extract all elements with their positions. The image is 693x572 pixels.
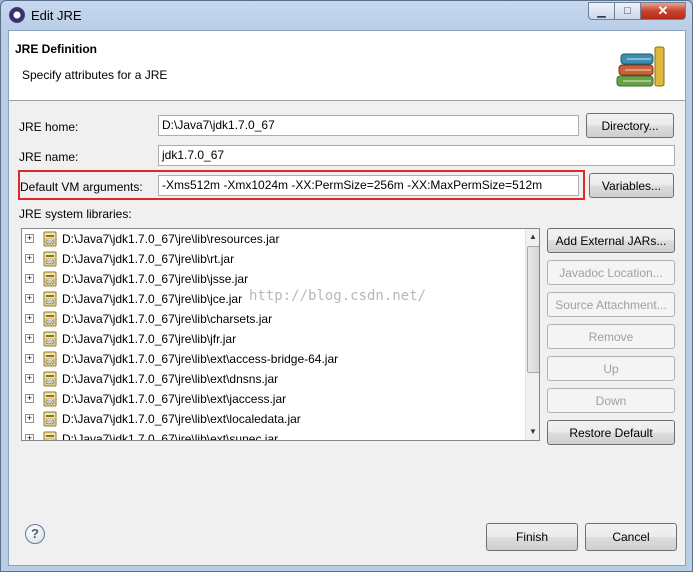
close-button[interactable]: ✕	[641, 2, 686, 20]
svg-text:010: 010	[46, 419, 54, 424]
library-list-item[interactable]: +010 D:\Java7\jdk1.7.0_67\jre\lib\charset…	[22, 309, 522, 329]
expand-plus-icon[interactable]: +	[25, 234, 34, 243]
jar-file-icon: 010	[43, 431, 57, 441]
expand-plus-icon[interactable]: +	[25, 274, 34, 283]
library-list-item[interactable]: +010 D:\Java7\jdk1.7.0_67\jre\lib\rt.jar	[22, 249, 522, 269]
svg-text:010: 010	[46, 439, 54, 441]
jar-file-icon: 010	[43, 371, 57, 387]
maximize-button[interactable]: □	[615, 2, 641, 20]
expand-plus-icon[interactable]: +	[25, 254, 34, 263]
library-list-item[interactable]: +010 D:\Java7\jdk1.7.0_67\jre\lib\ext\jac…	[22, 389, 522, 409]
library-path: D:\Java7\jdk1.7.0_67\jre\lib\ext\jaccess…	[62, 392, 287, 406]
svg-text:010: 010	[46, 399, 54, 404]
jre-name-label: JRE name:	[19, 150, 79, 164]
eclipse-icon	[9, 7, 25, 23]
watermark-text: http://blog.csdn.net/	[249, 288, 427, 304]
library-list-item[interactable]: +010 D:\Java7\jdk1.7.0_67\jre\lib\jfr.jar	[22, 329, 522, 349]
library-path: D:\Java7\jdk1.7.0_67\jre\lib\charsets.ja…	[62, 312, 273, 326]
cancel-button[interactable]: Cancel	[585, 523, 677, 551]
variables-button[interactable]: Variables...	[589, 173, 674, 198]
remove-button[interactable]: Remove	[547, 324, 675, 349]
edit-jre-window: Edit JRE ▁ □ ✕ JRE Definition Specify at…	[0, 0, 693, 572]
expand-plus-icon[interactable]: +	[25, 394, 34, 403]
library-list-item[interactable]: +010 D:\Java7\jdk1.7.0_67\jre\lib\resourc…	[22, 229, 522, 249]
help-icon[interactable]: ?	[25, 524, 45, 544]
books-icon	[616, 46, 665, 87]
expand-plus-icon[interactable]: +	[25, 334, 34, 343]
jar-file-icon: 010	[43, 331, 57, 347]
header-title: JRE Definition	[15, 42, 98, 56]
system-libraries-label: JRE system libraries:	[19, 207, 132, 221]
scroll-down-arrow-icon[interactable]: ▼	[526, 424, 539, 440]
library-list-item[interactable]: +010 D:\Java7\jdk1.7.0_67\jre\lib\jsse.ja…	[22, 269, 522, 289]
svg-text:010: 010	[46, 299, 54, 304]
finish-button[interactable]: Finish	[486, 523, 578, 551]
jar-file-icon: 010	[43, 391, 57, 407]
library-path: D:\Java7\jdk1.7.0_67\jre\lib\ext\sunec.j…	[62, 432, 279, 441]
library-path: D:\Java7\jdk1.7.0_67\jre\lib\resources.j…	[62, 232, 280, 246]
window-controls: ▁ □ ✕	[588, 2, 686, 21]
libraries-scrollbar[interactable]: ▲ ▼	[525, 229, 539, 440]
title-bar[interactable]: Edit JRE ▁ □ ✕	[1, 1, 692, 29]
system-libraries-list[interactable]: ▲ ▼ +010 D:\Java7\jdk1.7.0_67\jre\lib\res…	[21, 228, 540, 441]
minimize-button[interactable]: ▁	[588, 2, 615, 20]
jar-file-icon: 010	[43, 231, 57, 247]
restore-default-button[interactable]: Restore Default	[547, 420, 675, 445]
source-attachment-button[interactable]: Source Attachment...	[547, 292, 675, 317]
expand-plus-icon[interactable]: +	[25, 314, 34, 323]
library-path: D:\Java7\jdk1.7.0_67\jre\lib\jfr.jar	[62, 332, 237, 346]
library-path: D:\Java7\jdk1.7.0_67\jre\lib\ext\dnsns.j…	[62, 372, 279, 386]
jre-home-label: JRE home:	[19, 120, 79, 134]
vm-arguments-highlight	[18, 170, 585, 200]
dialog-header: JRE Definition Specify attributes for a …	[9, 31, 685, 101]
svg-text:010: 010	[46, 359, 54, 364]
add-external-jars-button[interactable]: Add External JARs...	[547, 228, 675, 253]
library-list-item[interactable]: +010 D:\Java7\jdk1.7.0_67\jre\lib\ext\sun…	[22, 429, 522, 441]
library-path: D:\Java7\jdk1.7.0_67\jre\lib\ext\access-…	[62, 352, 339, 366]
expand-plus-icon[interactable]: +	[25, 294, 34, 303]
expand-plus-icon[interactable]: +	[25, 354, 34, 363]
svg-text:010: 010	[46, 239, 54, 244]
jar-file-icon: 010	[43, 411, 57, 427]
header-description: Specify attributes for a JRE	[22, 68, 168, 82]
library-path: D:\Java7\jdk1.7.0_67\jre\lib\ext\localed…	[62, 412, 301, 426]
svg-text:010: 010	[46, 319, 54, 324]
library-path: D:\Java7\jdk1.7.0_67\jre\lib\jsse.jar	[62, 272, 249, 286]
expand-plus-icon[interactable]: +	[25, 434, 34, 440]
svg-text:010: 010	[46, 339, 54, 344]
down-button[interactable]: Down	[547, 388, 675, 413]
jre-name-input[interactable]: jdk1.7.0_67	[158, 145, 675, 166]
library-list-item[interactable]: +010 D:\Java7\jdk1.7.0_67\jre\lib\ext\acc…	[22, 349, 522, 369]
scroll-up-arrow-icon[interactable]: ▲	[526, 229, 539, 245]
library-list-item[interactable]: +010 D:\Java7\jdk1.7.0_67\jre\lib\ext\dns…	[22, 369, 522, 389]
jre-home-input[interactable]: D:\Java7\jdk1.7.0_67	[158, 115, 579, 136]
svg-text:010: 010	[46, 259, 54, 264]
javadoc-location-button[interactable]: Javadoc Location...	[547, 260, 675, 285]
jar-file-icon: 010	[43, 311, 57, 327]
svg-text:010: 010	[46, 279, 54, 284]
library-path: D:\Java7\jdk1.7.0_67\jre\lib\rt.jar	[62, 252, 235, 266]
directory-button[interactable]: Directory...	[586, 113, 674, 138]
dialog-client-area: JRE Definition Specify attributes for a …	[8, 30, 686, 566]
window-title: Edit JRE	[31, 8, 82, 23]
jar-file-icon: 010	[43, 271, 57, 287]
expand-plus-icon[interactable]: +	[25, 374, 34, 383]
scrollbar-thumb[interactable]	[527, 246, 539, 373]
library-list-item[interactable]: +010 D:\Java7\jdk1.7.0_67\jre\lib\ext\loc…	[22, 409, 522, 429]
library-path: D:\Java7\jdk1.7.0_67\jre\lib\jce.jar	[62, 292, 243, 306]
expand-plus-icon[interactable]: +	[25, 414, 34, 423]
up-button[interactable]: Up	[547, 356, 675, 381]
svg-text:010: 010	[46, 379, 54, 384]
jar-file-icon: 010	[43, 351, 57, 367]
jar-file-icon: 010	[43, 291, 57, 307]
jar-file-icon: 010	[43, 251, 57, 267]
